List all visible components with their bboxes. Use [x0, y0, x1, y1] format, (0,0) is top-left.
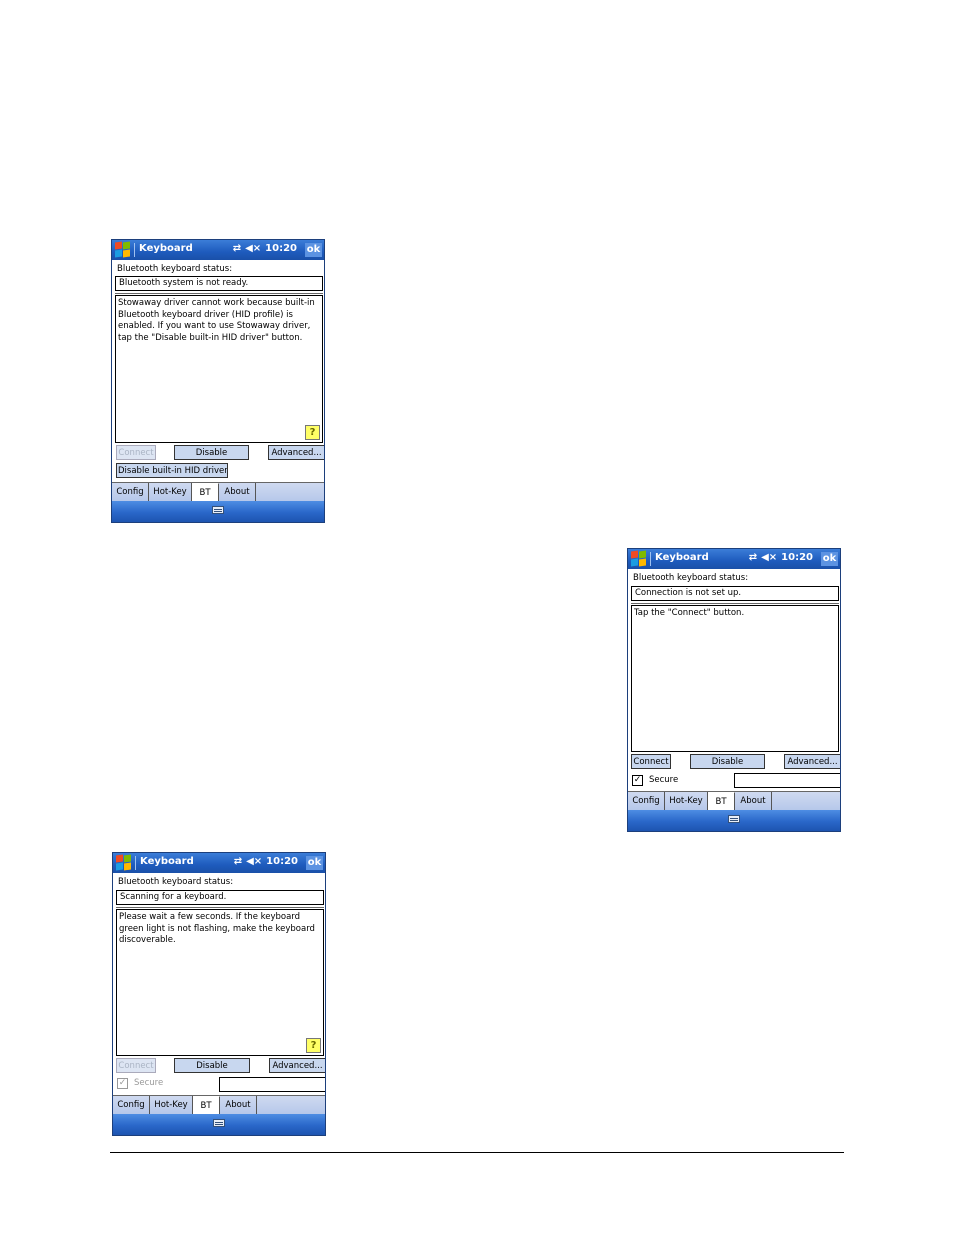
status-label: Bluetooth keyboard status:	[118, 877, 234, 887]
tab-config[interactable]: Config	[628, 792, 665, 810]
menu-bar	[628, 810, 840, 831]
tab-strip: Config Hot-Key BT About	[112, 482, 324, 501]
windows-logo-icon[interactable]	[116, 854, 132, 871]
connectivity-icon[interactable]: ⇄	[749, 552, 757, 563]
status-label: Bluetooth keyboard status:	[633, 573, 749, 583]
keyboard-icon[interactable]	[212, 506, 224, 514]
message-text: Please wait a few seconds. If the keyboa…	[119, 912, 315, 945]
secure-value-field[interactable]	[219, 1077, 325, 1092]
app-title: Keyboard	[140, 856, 194, 867]
connect-button[interactable]: Connect	[116, 445, 156, 460]
ok-button[interactable]: ok	[306, 856, 323, 870]
tab-hot-key[interactable]: Hot-Key	[149, 483, 192, 501]
tab-hot-key[interactable]: Hot-Key	[150, 1096, 193, 1114]
secure-label: Secure	[134, 1078, 164, 1088]
connectivity-icon[interactable]: ⇄	[233, 243, 241, 254]
tab-bt[interactable]: BT	[193, 1096, 220, 1114]
title-separator	[650, 552, 651, 566]
title-separator	[134, 243, 135, 257]
message-area: Please wait a few seconds. If the keyboa…	[116, 909, 324, 1056]
tab-hot-key[interactable]: Hot-Key	[665, 792, 708, 810]
tab-bt[interactable]: BT	[192, 483, 219, 501]
windows-logo-icon[interactable]	[115, 241, 131, 258]
screen-not-set-up: Keyboard ⇄ ◀× 10:20 ok Bluetooth keyboard …	[627, 548, 841, 832]
divider	[115, 293, 323, 294]
message-text: Tap the "Connect" button.	[634, 608, 745, 618]
app-title: Keyboard	[655, 552, 709, 563]
status-icons: ⇄ ◀× 10:20	[230, 856, 298, 867]
message-area: Tap the "Connect" button.	[631, 605, 839, 752]
tab-about[interactable]: About	[220, 1096, 257, 1114]
clock[interactable]: 10:20	[781, 552, 813, 563]
divider	[116, 907, 324, 908]
screen-scanning: Keyboard ⇄ ◀× 10:20 ok Bluetooth keyboard …	[112, 852, 326, 1136]
title-separator	[135, 856, 136, 870]
connectivity-icon[interactable]: ⇄	[234, 856, 242, 867]
app-title: Keyboard	[139, 243, 193, 254]
divider	[631, 603, 839, 604]
ok-button[interactable]: ok	[821, 552, 838, 566]
help-icon[interactable]: ?	[306, 1038, 321, 1053]
status-field: Bluetooth system is not ready.	[115, 276, 323, 291]
message-text: Stowaway driver cannot work because buil…	[118, 298, 315, 343]
status-field: Scanning for a keyboard.	[116, 890, 324, 905]
status-label: Bluetooth keyboard status:	[117, 264, 233, 274]
message-area: Stowaway driver cannot work because buil…	[115, 295, 323, 443]
ok-button[interactable]: ok	[305, 243, 322, 257]
advanced-button[interactable]: Advanced...	[269, 1058, 325, 1073]
advanced-button[interactable]: Advanced...	[268, 445, 324, 460]
menu-bar	[112, 501, 324, 522]
advanced-button[interactable]: Advanced...	[784, 754, 840, 769]
connect-button[interactable]: Connect	[116, 1058, 156, 1073]
disable-button[interactable]: Disable	[174, 1058, 250, 1073]
secure-checkbox[interactable]: ✓	[632, 775, 643, 786]
tab-config[interactable]: Config	[113, 1096, 150, 1114]
volume-mute-icon[interactable]: ◀×	[761, 552, 777, 563]
title-bar: Keyboard ⇄ ◀× 10:20 ok	[112, 240, 324, 260]
screen-hid-not-ready: Keyboard ⇄ ◀× 10:20 ok Bluetooth keyboard …	[111, 239, 325, 523]
tab-strip: Config Hot-Key BT About	[628, 791, 840, 810]
disable-hid-driver-button[interactable]: Disable built-in HID driver	[116, 463, 228, 478]
secure-checkbox[interactable]: ✓	[117, 1078, 128, 1089]
menu-bar	[113, 1114, 325, 1135]
keyboard-icon[interactable]	[728, 815, 740, 823]
secure-label: Secure	[649, 775, 679, 785]
windows-logo-icon[interactable]	[631, 550, 647, 567]
volume-mute-icon[interactable]: ◀×	[246, 856, 262, 867]
status-field: Connection is not set up.	[631, 586, 839, 601]
tab-strip: Config Hot-Key BT About	[113, 1095, 325, 1114]
tab-bt[interactable]: BT	[708, 792, 735, 810]
title-bar: Keyboard ⇄ ◀× 10:20 ok	[628, 549, 840, 569]
status-icons: ⇄ ◀× 10:20	[229, 243, 297, 254]
help-icon[interactable]: ?	[305, 425, 320, 440]
tab-config[interactable]: Config	[112, 483, 149, 501]
clock[interactable]: 10:20	[266, 856, 298, 867]
tab-about[interactable]: About	[735, 792, 772, 810]
title-bar: Keyboard ⇄ ◀× 10:20 ok	[113, 853, 325, 873]
disable-button[interactable]: Disable	[174, 445, 249, 460]
tab-about[interactable]: About	[219, 483, 256, 501]
connect-button[interactable]: Connect	[631, 754, 671, 769]
clock[interactable]: 10:20	[265, 243, 297, 254]
secure-value-field[interactable]	[734, 773, 840, 788]
status-icons: ⇄ ◀× 10:20	[745, 552, 813, 563]
disable-button[interactable]: Disable	[690, 754, 765, 769]
page-footer-rule	[110, 1152, 844, 1153]
keyboard-icon[interactable]	[213, 1119, 225, 1127]
volume-mute-icon[interactable]: ◀×	[245, 243, 261, 254]
